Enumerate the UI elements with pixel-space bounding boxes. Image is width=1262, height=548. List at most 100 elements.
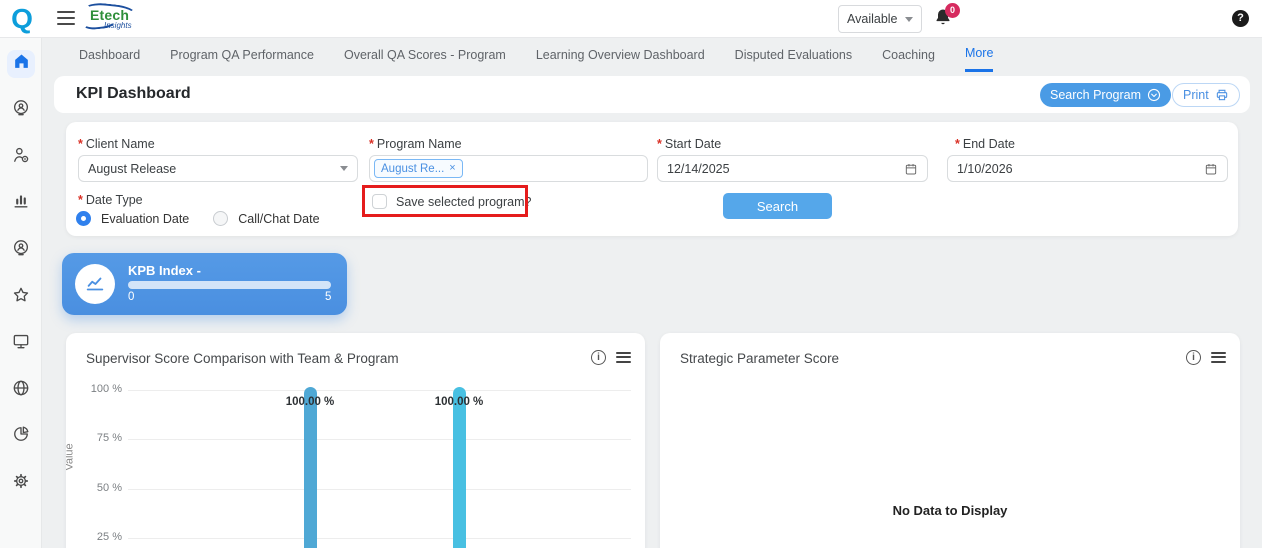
- line-chart-icon: [75, 264, 115, 304]
- required-asterisk: *: [78, 137, 83, 151]
- calendar-icon[interactable]: [904, 162, 918, 176]
- status-dropdown-value: Available: [847, 12, 898, 26]
- notifications-button[interactable]: 0: [933, 6, 961, 34]
- sidebar-item-analytics[interactable]: [7, 423, 35, 451]
- chart-title: Supervisor Score Comparison with Team & …: [86, 351, 399, 366]
- printer-icon: [1215, 88, 1229, 102]
- filters-panel: *Client Name August Release *Program Nam…: [66, 122, 1238, 236]
- sidebar-item-favorites[interactable]: [7, 283, 35, 311]
- sidebar-item-home[interactable]: [7, 50, 35, 78]
- chevron-down-circle-icon: [1147, 88, 1161, 102]
- y-tick-label: 75 %: [66, 432, 122, 444]
- nav-tab-bar: Dashboard Program QA Performance Overall Q…: [42, 38, 1262, 72]
- client-name-label: *Client Name: [78, 137, 155, 151]
- help-button[interactable]: ?: [1232, 10, 1249, 27]
- strategic-parameter-chart-card: Strategic Parameter Score i No Data to D…: [660, 333, 1240, 548]
- chart-menu-icon[interactable]: [616, 352, 631, 364]
- kpi-dashboard-app: Q Etech Insights Available 0 ? Dashboard…: [0, 0, 1262, 548]
- search-program-button[interactable]: Search Program: [1040, 83, 1171, 107]
- top-bar: Q Etech Insights Available 0 ?: [0, 0, 1262, 38]
- chart-title: Strategic Parameter Score: [680, 351, 839, 366]
- tab-more[interactable]: More: [965, 38, 993, 72]
- sidebar-item-monitor[interactable]: [7, 330, 35, 358]
- sidebar-item-qa-monitor[interactable]: [7, 97, 35, 125]
- tab-coaching[interactable]: Coaching: [882, 38, 935, 72]
- radio-label: Evaluation Date: [101, 212, 189, 226]
- bar-chart-icon: [11, 191, 31, 216]
- end-date-value: 1/10/2026: [957, 162, 1204, 176]
- end-date-input[interactable]: 1/10/2026: [947, 155, 1228, 182]
- page-header-card: KPI Dashboard Search Program Print: [54, 76, 1250, 113]
- calendar-icon[interactable]: [1204, 162, 1218, 176]
- bar-1: [453, 387, 466, 548]
- date-type-radio-group: Evaluation Date Call/Chat Date: [76, 211, 334, 226]
- info-icon[interactable]: i: [1186, 350, 1201, 365]
- qa-badge-icon: [11, 98, 31, 123]
- sidebar-item-reports[interactable]: [7, 190, 35, 218]
- hamburger-menu-icon[interactable]: [57, 11, 75, 26]
- etech-insights-logo: Etech Insights: [82, 3, 152, 36]
- no-data-message: No Data to Display: [660, 503, 1240, 518]
- sidebar-item-web[interactable]: [7, 376, 35, 404]
- pie-chart-icon: [11, 424, 31, 449]
- sidebar-item-qa-monitor-2[interactable]: [7, 236, 35, 264]
- kpb-min-value: 0: [128, 291, 134, 303]
- star-icon: [11, 285, 31, 310]
- gridline: [128, 439, 631, 440]
- page-title: KPI Dashboard: [76, 85, 191, 103]
- settings-gear-icon: [11, 471, 31, 496]
- q-logo: Q: [6, 2, 38, 36]
- required-asterisk: *: [955, 137, 960, 151]
- program-chip-label: August Re...: [381, 163, 444, 175]
- chevron-down-icon: [340, 166, 348, 171]
- kpb-index-title: KPB Index -: [128, 263, 201, 278]
- save-program-label: Save selected program?: [396, 195, 532, 209]
- left-sidebar: [0, 38, 42, 548]
- notification-badge: 0: [945, 3, 960, 18]
- tab-dashboard[interactable]: Dashboard: [79, 38, 140, 72]
- supervisor-score-chart-card: Supervisor Score Comparison with Team & …: [66, 333, 645, 548]
- info-icon[interactable]: i: [591, 350, 606, 365]
- radio-call-chat-date[interactable]: [213, 211, 228, 226]
- y-tick-label: 50 %: [66, 482, 122, 494]
- save-program-checkbox[interactable]: [372, 194, 387, 209]
- chevron-down-icon: [905, 17, 913, 22]
- home-icon: [12, 52, 31, 76]
- sidebar-item-settings[interactable]: [7, 469, 35, 497]
- gridline: [128, 489, 631, 490]
- client-name-select[interactable]: August Release: [78, 155, 358, 182]
- search-button[interactable]: Search: [723, 193, 832, 219]
- radio-label: Call/Chat Date: [238, 212, 319, 226]
- bar-value-label: 100.00 %: [265, 396, 355, 408]
- tab-program-qa-performance[interactable]: Program QA Performance: [170, 38, 314, 72]
- y-axis-label: Value: [66, 443, 76, 470]
- print-label: Print: [1183, 88, 1209, 102]
- tab-learning-overview-dashboard[interactable]: Learning Overview Dashboard: [536, 38, 705, 72]
- client-name-value: August Release: [88, 162, 340, 176]
- monitor-icon: [11, 331, 31, 356]
- program-name-label: *Program Name: [369, 137, 462, 151]
- chip-remove-icon[interactable]: ×: [449, 163, 455, 174]
- status-dropdown[interactable]: Available: [838, 5, 922, 33]
- required-asterisk: *: [657, 137, 662, 151]
- tab-overall-qa-scores-program[interactable]: Overall QA Scores - Program: [344, 38, 506, 72]
- radio-evaluation-date[interactable]: [76, 211, 91, 226]
- globe-icon: [11, 378, 31, 403]
- gridline: [128, 390, 631, 391]
- sidebar-item-user-settings[interactable]: [7, 143, 35, 171]
- start-date-input[interactable]: 12/14/2025: [657, 155, 928, 182]
- program-chip: August Re... ×: [374, 159, 463, 178]
- chart-menu-icon[interactable]: [1211, 352, 1226, 364]
- search-program-label: Search Program: [1050, 88, 1141, 102]
- program-name-multiselect[interactable]: August Re... ×: [369, 155, 648, 182]
- user-settings-icon: [11, 145, 31, 170]
- tab-disputed-evaluations[interactable]: Disputed Evaluations: [735, 38, 852, 72]
- date-type-label: *Date Type: [78, 193, 143, 207]
- bar-value-label: 100.00 %: [414, 396, 504, 408]
- gridline: [128, 538, 631, 539]
- bar-0: [304, 387, 317, 548]
- print-button[interactable]: Print: [1172, 83, 1240, 107]
- kpb-index-card: KPB Index - 0 5: [62, 253, 347, 315]
- start-date-value: 12/14/2025: [667, 162, 904, 176]
- y-tick-label: 25 %: [66, 531, 122, 543]
